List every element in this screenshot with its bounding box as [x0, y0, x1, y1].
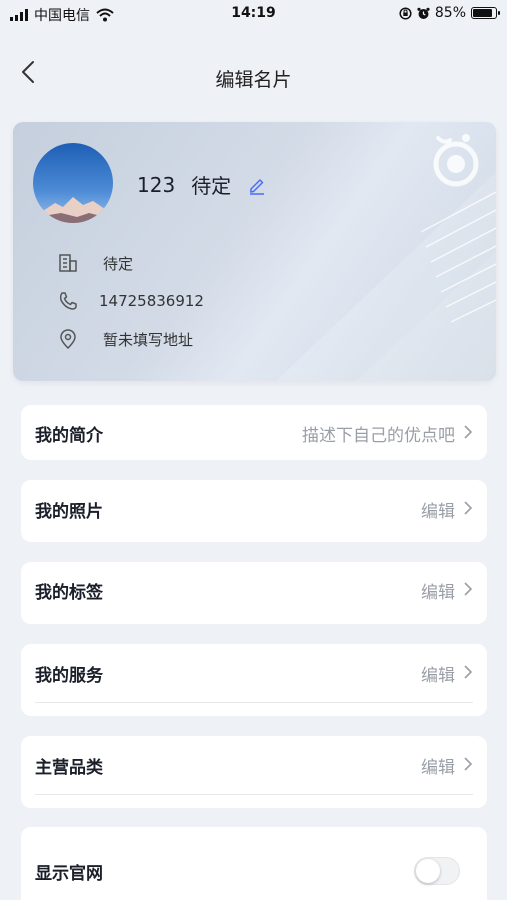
toggle-knob — [416, 859, 440, 883]
company-text: 待定 — [103, 254, 134, 273]
card-name-row: 123 待定 — [137, 170, 267, 199]
address-text: 暂未填写地址 — [103, 330, 194, 349]
photos-value: 编辑 — [421, 502, 455, 522]
intro-value: 描述下自己的优点吧 — [302, 426, 455, 446]
categories-label: 主营品类 — [35, 758, 103, 778]
rotation-lock-icon — [399, 6, 412, 20]
status-right: 85% — [399, 5, 500, 21]
battery-percent: 85% — [434, 5, 466, 21]
categories-row[interactable]: 主营品类 编辑 — [21, 736, 487, 808]
location-icon — [60, 329, 76, 350]
services-row[interactable]: 我的服务 编辑 — [21, 644, 487, 716]
website-toggle[interactable] — [414, 857, 460, 885]
chevron-right-icon — [464, 582, 473, 596]
battery-fill — [473, 9, 492, 17]
website-row: 显示官网 — [21, 827, 487, 900]
company-row: 待定 — [57, 252, 133, 274]
chevron-right-icon — [464, 501, 473, 515]
nav-bar: 编辑名片 — [0, 45, 507, 109]
services-label: 我的服务 — [35, 666, 103, 686]
intro-label: 我的简介 — [35, 426, 103, 446]
battery-icon — [471, 7, 500, 19]
phone-icon — [59, 292, 77, 310]
tags-label: 我的标签 — [35, 583, 103, 603]
business-card: 123 待定 待定 14725836912 暂未填写地址 — [13, 122, 496, 381]
card-status: 待定 — [191, 174, 232, 198]
alarm-icon — [417, 7, 430, 19]
address-row: 暂未填写地址 — [57, 328, 193, 350]
chevron-right-icon — [464, 425, 473, 439]
brand-logo-icon — [433, 134, 479, 187]
card-name: 123 — [137, 172, 176, 197]
pencil-icon[interactable] — [247, 175, 267, 195]
tags-value: 编辑 — [421, 583, 455, 603]
website-label: 显示官网 — [35, 864, 103, 884]
avatar[interactable] — [33, 143, 113, 223]
tags-row[interactable]: 我的标签 编辑 — [21, 562, 487, 624]
status-bar: 中国电信 14:19 85% — [0, 0, 507, 30]
row-divider — [35, 702, 473, 703]
building-icon — [59, 254, 77, 272]
row-divider — [35, 794, 473, 795]
chevron-right-icon — [464, 757, 473, 771]
phone-row: 14725836912 — [57, 290, 204, 312]
page-title: 编辑名片 — [215, 69, 292, 91]
photos-row[interactable]: 我的照片 编辑 — [21, 480, 487, 542]
chevron-right-icon — [464, 665, 473, 679]
intro-row[interactable]: 我的简介 描述下自己的优点吧 — [21, 405, 487, 460]
services-value: 编辑 — [421, 666, 455, 686]
avatar-image — [33, 143, 113, 223]
categories-value: 编辑 — [421, 758, 455, 778]
phone-text: 14725836912 — [99, 292, 204, 310]
photos-label: 我的照片 — [35, 502, 103, 522]
